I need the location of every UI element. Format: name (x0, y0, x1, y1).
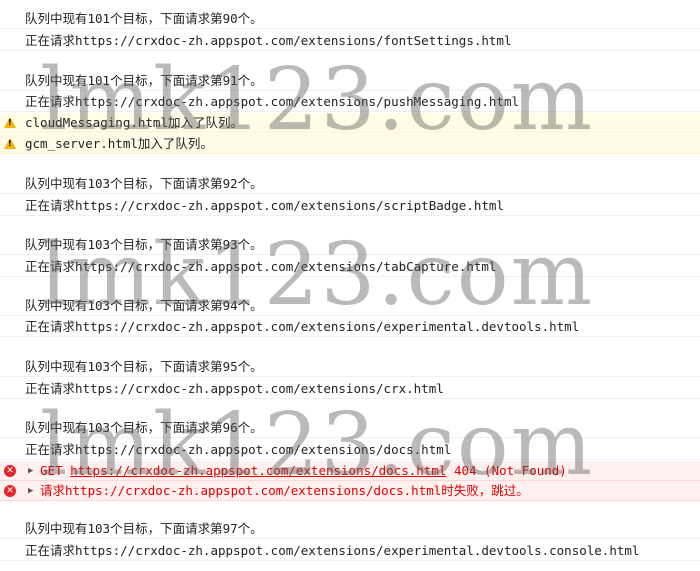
expand-arrow-icon[interactable]: ▶ (28, 461, 33, 481)
message-text: 队列中现有103个目标，下面请求第92个。 (25, 176, 263, 191)
expand-arrow-icon[interactable]: ▶ (28, 481, 33, 501)
request-url-link[interactable]: https://crxdoc-zh.appspot.com/extensions… (70, 463, 446, 478)
console-message: 正在请求https://crxdoc-zh.appspot.com/extens… (0, 92, 700, 112)
message-text: cloudMessaging.html加入了队列。 (25, 115, 243, 130)
console-message: 正在请求https://crxdoc-zh.appspot.com/extens… (0, 379, 700, 399)
console-message: 正在请求https://crxdoc-zh.appspot.com/extens… (0, 257, 700, 277)
message-text: 队列中现有101个目标，下面请求第91个。 (25, 73, 263, 88)
message-text: 请求https://crxdoc-zh.appspot.com/extensio… (40, 483, 529, 498)
console-message: 正在请求https://crxdoc-zh.appspot.com/extens… (0, 196, 700, 216)
console-error[interactable]: ✕ ▶ 请求https://crxdoc-zh.appspot.com/exte… (0, 481, 700, 501)
message-text: 正在请求https://crxdoc-zh.appspot.com/extens… (25, 543, 640, 558)
console-panel: 队列中现有101个目标，下面请求第90个。 正在请求https://crxdoc… (0, 0, 700, 571)
console-warning: cloudMessaging.html加入了队列。 (0, 113, 700, 133)
console-message: 队列中现有103个目标，下面请求第93个。 (0, 235, 700, 255)
console-message: 队列中现有103个目标，下面请求第96个。 (0, 418, 700, 438)
console-message: 正在请求https://crxdoc-zh.appspot.com/extens… (0, 440, 700, 460)
message-text: 队列中现有103个目标，下面请求第95个。 (25, 359, 263, 374)
console-warning: gcm_server.html加入了队列。 (0, 134, 700, 154)
request-method: GET (40, 463, 63, 478)
message-text: 队列中现有101个目标，下面请求第90个。 (25, 11, 263, 26)
message-text: 正在请求https://crxdoc-zh.appspot.com/extens… (25, 259, 497, 274)
request-status: 404 (Not Found) (453, 463, 567, 478)
warning-triangle-icon (4, 138, 16, 149)
error-circle-icon: ✕ (4, 485, 16, 497)
warning-triangle-icon (4, 117, 16, 128)
message-text: 正在请求https://crxdoc-zh.appspot.com/extens… (25, 94, 520, 109)
message-text: 正在请求https://crxdoc-zh.appspot.com/extens… (25, 33, 512, 48)
error-circle-icon: ✕ (4, 465, 16, 477)
console-message: 队列中现有103个目标，下面请求第95个。 (0, 357, 700, 377)
message-text: 队列中现有103个目标，下面请求第96个。 (25, 420, 263, 435)
console-error[interactable]: ✕ ▶ GET https://crxdoc-zh.appspot.com/ex… (0, 461, 700, 481)
console-message: 队列中现有101个目标，下面请求第91个。 (0, 71, 700, 91)
console-message: 正在请求https://crxdoc-zh.appspot.com/extens… (0, 541, 700, 561)
console-message: 队列中现有103个目标，下面请求第94个。 (0, 296, 700, 316)
console-message: 队列中现有101个目标，下面请求第90个。 (0, 9, 700, 29)
message-text: 正在请求https://crxdoc-zh.appspot.com/extens… (25, 319, 580, 334)
console-message: 正在请求https://crxdoc-zh.appspot.com/extens… (0, 31, 700, 51)
message-text: 队列中现有103个目标，下面请求第93个。 (25, 237, 263, 252)
console-message: 队列中现有103个目标，下面请求第97个。 (0, 519, 700, 539)
message-text: 队列中现有103个目标，下面请求第94个。 (25, 298, 263, 313)
message-text: 正在请求https://crxdoc-zh.appspot.com/extens… (25, 442, 452, 457)
message-text: gcm_server.html加入了队列。 (25, 136, 213, 151)
message-text: GET https://crxdoc-zh.appspot.com/extens… (40, 461, 567, 481)
console-message: 正在请求https://crxdoc-zh.appspot.com/extens… (0, 317, 700, 337)
message-text: 队列中现有103个目标，下面请求第97个。 (25, 521, 263, 536)
message-text: 正在请求https://crxdoc-zh.appspot.com/extens… (25, 381, 444, 396)
console-message: 队列中现有103个目标，下面请求第92个。 (0, 174, 700, 194)
message-text: 正在请求https://crxdoc-zh.appspot.com/extens… (25, 198, 504, 213)
